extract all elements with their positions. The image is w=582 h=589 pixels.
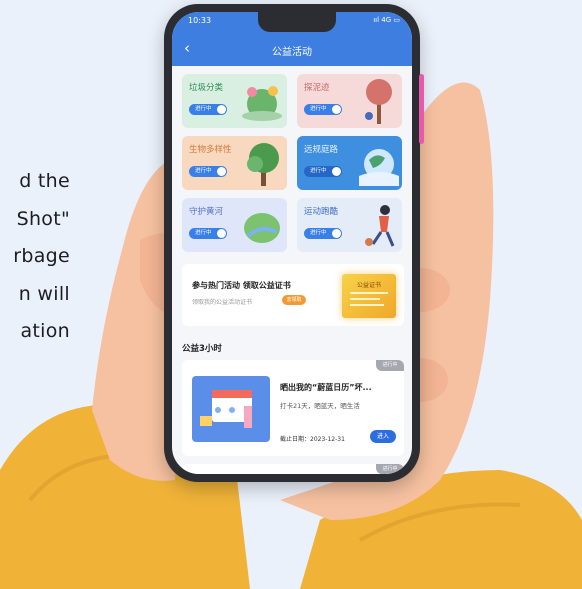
category-button[interactable]: 进行中 (304, 104, 342, 115)
tree-person-icon (365, 79, 392, 124)
claim-certificate-button[interactable]: 去领取 (282, 295, 306, 305)
runner-icon (365, 205, 395, 247)
category-card-trace[interactable]: 探泥迹 进行中 (297, 74, 402, 128)
phone-side-button (419, 74, 424, 144)
category-card-yellow-river[interactable]: 守护黄河 进行中 (182, 198, 287, 252)
activity-card-peek: 进行中 (182, 464, 404, 474)
page-title: 公益活动 (272, 47, 312, 58)
deadline-value: 2023-12-31 (310, 436, 345, 443)
status-time: 10:33 (188, 16, 212, 25)
category-label: 运动跑酷 (304, 207, 339, 217)
phone-frame: 10:33 ııl 4G ▭ ‹ 公益活动 垃圾分类 进行中 探泥迹 进行中 生… (164, 4, 424, 482)
section-title: 公益3小时 (182, 344, 222, 354)
earth-hands-icon (359, 149, 399, 186)
certificate-banner[interactable]: 参与热门活动 领取公益证书 领取我的公益活动证书 去领取 公益证书 (182, 264, 404, 326)
category-label: 守护黄河 (189, 207, 224, 217)
activity-thumbnail (192, 376, 270, 442)
category-button[interactable]: 进行中 (189, 104, 227, 115)
category-card-far-road[interactable]: 远规庭路 进行中 (297, 136, 402, 190)
category-label: 探泥迹 (304, 83, 330, 93)
forest-tree-icon (247, 143, 279, 186)
status-badge: 进行中 (376, 360, 404, 371)
category-label: 垃圾分类 (189, 83, 224, 93)
banner-title: 参与热门活动 领取公益证书 (192, 281, 291, 290)
globe-illustration-icon (242, 86, 282, 121)
calendar-illustration-icon (200, 390, 252, 428)
category-card-biodiversity[interactable]: 生物多样性 进行中 (182, 136, 287, 190)
category-button[interactable]: 进行中 (189, 228, 227, 239)
status-badge: 进行中 (376, 464, 404, 474)
river-landscape-icon (244, 213, 280, 243)
deadline-label: 截止日期： (280, 436, 311, 443)
category-card-sports[interactable]: 运动跑酷 进行中 (297, 198, 402, 252)
category-label: 远规庭路 (304, 145, 339, 155)
category-button[interactable]: 进行中 (304, 166, 342, 177)
banner-subtitle: 领取我的公益活动证书 (192, 299, 253, 306)
activity-deadline: 截止日期：2023-12-31 (280, 434, 345, 443)
activity-title: 晒出我的“蔚蓝日历”坏... (280, 383, 372, 392)
certificate-icon: 公益证书 (342, 274, 396, 318)
activity-description: 打卡21天，晒蓝天，晒生活 (280, 402, 360, 410)
category-card-garbage-sorting[interactable]: 垃圾分类 进行中 (182, 74, 287, 128)
phone-screen: 10:33 ııl 4G ▭ ‹ 公益活动 垃圾分类 进行中 探泥迹 进行中 生… (172, 12, 412, 474)
category-label: 生物多样性 (189, 145, 232, 155)
category-button[interactable]: 进行中 (304, 228, 342, 239)
phone-notch (258, 12, 336, 32)
activity-card[interactable]: 进行中 晒出我的“蔚蓝日历”坏... 打卡21天，晒蓝天，晒生活 截止日期：20… (182, 360, 404, 456)
certificate-text: 公益证书 (356, 282, 381, 289)
status-icons: ııl 4G ▭ (373, 16, 400, 24)
enter-button[interactable]: 进入 (370, 430, 396, 443)
category-button[interactable]: 进行中 (189, 166, 227, 177)
